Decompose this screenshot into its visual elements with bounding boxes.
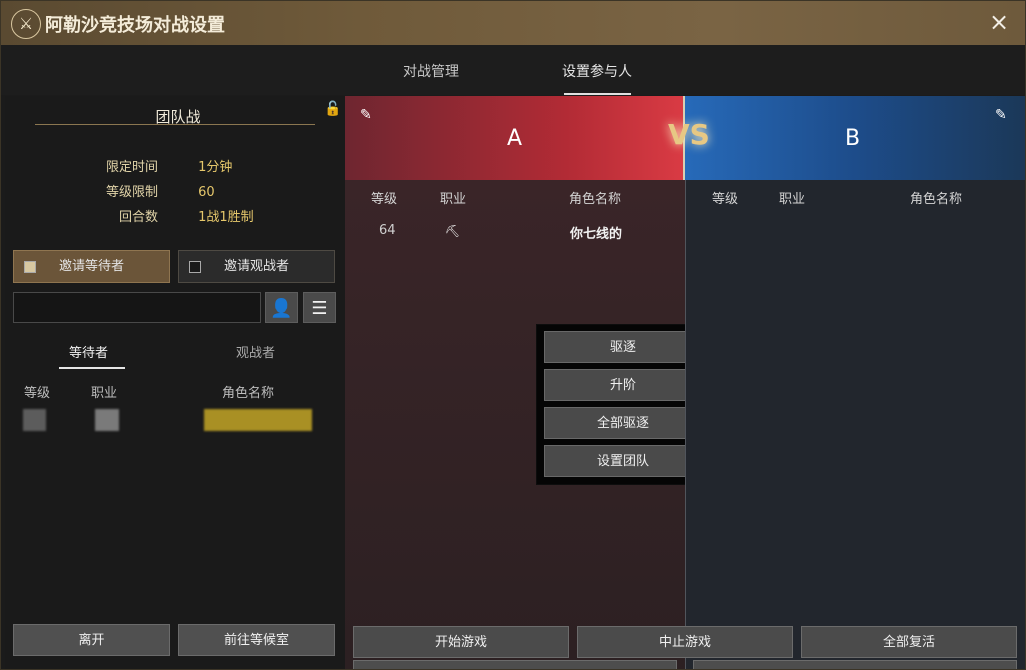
versus-label: VS: [668, 118, 710, 151]
team-b-header-name: 角色名称: [910, 192, 963, 207]
team-b-header: B ✎: [685, 96, 1025, 180]
round-count-label: 回合数: [118, 210, 158, 225]
time-limit-label: 限定时间: [105, 160, 158, 175]
start-game-button[interactable]: 开始游戏: [353, 626, 569, 658]
menu-icon[interactable]: ☰: [303, 292, 336, 323]
level-limit-row: 等级限制 60: [85, 181, 215, 200]
blurred-level: [23, 409, 46, 431]
teams-panel: ✎ A B ✎ VS 等级 职业 角色名称 64 ⛏ 你七线的 驱逐 升阶 全部…: [345, 96, 1025, 669]
time-limit-value: 1分钟: [198, 160, 233, 175]
header-class: 职业: [91, 386, 118, 401]
active-tab-underline: [564, 93, 631, 95]
checkbox-icon: [24, 261, 36, 273]
tab-waiters[interactable]: 等待者: [69, 342, 108, 361]
kick-button[interactable]: 驱逐: [544, 331, 702, 363]
waiting-subtabs: 等待者 观战者: [5, 330, 345, 370]
time-limit-row: 限定时间 1分钟: [85, 156, 232, 175]
set-team-button[interactable]: 设置团队: [544, 445, 702, 477]
pencil-icon[interactable]: ✎: [995, 108, 1009, 122]
team-b-name: B: [845, 126, 861, 151]
level-limit-value: 60: [198, 185, 215, 200]
arena-settings-window: ⚔ 阿勒沙竞技场对战设置 × 对战管理 设置参与人 团队战 🔓 限定时间 1分钟…: [0, 0, 1026, 670]
promote-button[interactable]: 升阶: [544, 369, 702, 401]
table-row[interactable]: [5, 405, 345, 431]
lock-icon[interactable]: 🔓: [324, 101, 341, 117]
move-to-a-button[interactable]: 转到A队: [353, 660, 677, 669]
invite-waiters-label: 邀请等待者: [58, 259, 124, 274]
go-waiting-room-button[interactable]: 前往等候室: [178, 624, 335, 656]
player-search-input[interactable]: [13, 292, 261, 323]
subtab-underline: [59, 367, 125, 369]
tab-set-participants[interactable]: 设置参与人: [562, 61, 632, 81]
crossed-swords-icon: ⚔: [11, 9, 41, 39]
ranger-class-icon: ⛏: [445, 224, 461, 238]
tab-battle-management[interactable]: 对战管理: [403, 61, 459, 81]
team-a-header-level: 等级: [371, 192, 398, 207]
team-b-roster: 等级 职业 角色名称 转到B队: [685, 180, 1025, 669]
member-level: 64: [379, 223, 396, 238]
checkbox-icon: [189, 261, 201, 273]
team-a-roster: 等级 职业 角色名称 64 ⛏ 你七线的 驱逐 升阶 全部驱逐 设置团队 转到A…: [345, 180, 710, 669]
round-count-value: 1战1胜制: [198, 210, 254, 225]
member-name[interactable]: 你七线的: [570, 223, 622, 242]
level-limit-label: 等级限制: [105, 185, 158, 200]
left-panel: 团队战 🔓 限定时间 1分钟 等级限制 60 回合数 1战1胜制 邀请等待者 邀…: [5, 96, 345, 669]
move-to-b-button[interactable]: 转到B队: [693, 660, 1017, 669]
stop-game-button[interactable]: 中止游戏: [577, 626, 793, 658]
team-a-header-name: 角色名称: [569, 192, 622, 207]
header-character-name: 角色名称: [222, 386, 275, 401]
round-count-row: 回合数 1战1胜制: [85, 206, 254, 225]
team-a-name: A: [507, 126, 523, 151]
mode-divider: [35, 124, 315, 125]
blurred-character-name: [204, 409, 312, 431]
pencil-icon[interactable]: ✎: [360, 108, 374, 122]
title-bar: ⚔ 阿勒沙竞技场对战设置 ×: [1, 1, 1025, 46]
team-a-header-class: 职业: [440, 192, 467, 207]
kick-all-button[interactable]: 全部驱逐: [544, 407, 702, 439]
invite-spectators-label: 邀请观战者: [223, 259, 289, 274]
leave-button[interactable]: 离开: [13, 624, 170, 656]
team-a-header: ✎ A: [345, 96, 685, 180]
add-player-icon[interactable]: 👤: [265, 292, 298, 323]
invite-waiters-toggle[interactable]: 邀请等待者: [13, 250, 170, 283]
team-b-header-level: 等级: [712, 192, 739, 207]
blurred-class-icon: [95, 409, 119, 431]
tab-spectators[interactable]: 观战者: [236, 342, 275, 361]
team-b-header-class: 职业: [779, 192, 806, 207]
header-level: 等级: [24, 386, 51, 401]
window-title: 阿勒沙竞技场对战设置: [45, 15, 225, 36]
close-icon[interactable]: ×: [987, 10, 1011, 34]
member-context-menu: 驱逐 升阶 全部驱逐 设置团队: [536, 324, 710, 485]
invite-spectators-toggle[interactable]: 邀请观战者: [178, 250, 335, 283]
battle-mode-title: 团队战: [155, 108, 201, 126]
revive-all-button[interactable]: 全部复活: [801, 626, 1017, 658]
waiters-table-header: 等级 职业 角色名称: [5, 382, 345, 402]
top-tabs: 对战管理 设置参与人: [1, 45, 1025, 95]
